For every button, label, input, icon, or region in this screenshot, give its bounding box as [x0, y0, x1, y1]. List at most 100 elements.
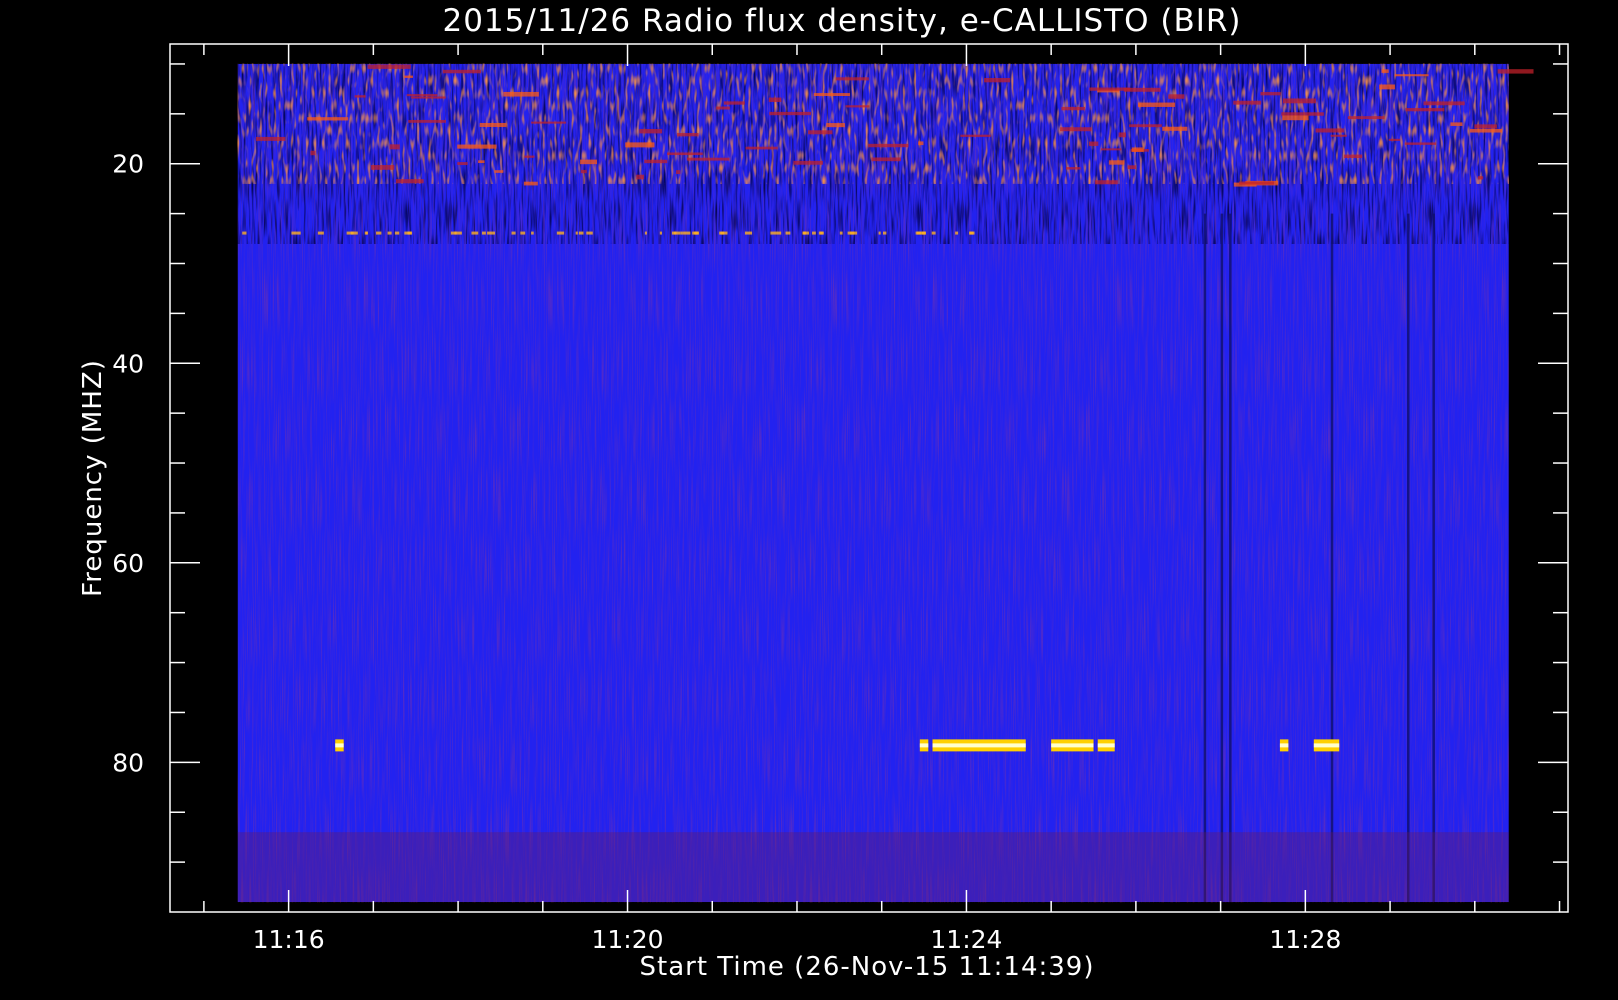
noise-streak — [1094, 180, 1118, 185]
noise-streak — [1123, 87, 1161, 92]
noise-dot — [671, 231, 677, 235]
noise-streak — [581, 169, 587, 174]
noise-streak — [769, 111, 812, 116]
interference-core — [335, 743, 344, 748]
noise-streak — [984, 78, 1011, 83]
bottom-noise-band — [237, 832, 1509, 903]
noise-dot — [531, 231, 534, 235]
noise-dot — [291, 231, 295, 235]
noise-streak — [1423, 101, 1465, 106]
noise-streak — [1394, 74, 1429, 77]
noise-streak — [1477, 176, 1484, 180]
noise-dot — [450, 231, 457, 235]
noise-streak — [1233, 100, 1262, 105]
noise-dot — [921, 231, 926, 235]
noise-streak — [1061, 106, 1086, 111]
noise-streak — [1343, 154, 1363, 159]
plot-area — [169, 43, 1569, 913]
noise-dot — [770, 231, 778, 235]
chart-title: 2015/11/26 Radio flux density, e-CALLIST… — [442, 3, 1241, 39]
noise-streak — [639, 128, 663, 134]
noise-streak — [808, 130, 833, 135]
interference-core — [1051, 743, 1094, 748]
noise-streak — [677, 133, 699, 137]
noise-streak — [479, 122, 507, 127]
noise-dot — [487, 231, 495, 235]
noise-streak — [1138, 102, 1176, 107]
noise-streak — [1260, 92, 1281, 96]
x-tick-label: 11:28 — [1269, 925, 1341, 954]
noise-streak — [1388, 138, 1401, 141]
noise-streak — [826, 123, 845, 128]
noise-streak — [408, 119, 446, 123]
noise-streak — [367, 64, 411, 69]
noise-streak — [442, 69, 481, 74]
noise-dot — [317, 231, 324, 235]
noise-streak — [716, 106, 730, 110]
noise-streak — [1118, 132, 1127, 138]
noise-streak — [1381, 69, 1389, 73]
y-tick-label: 60 — [112, 549, 144, 578]
noise-dot — [659, 231, 662, 235]
dark-column — [1432, 213, 1435, 903]
noise-dot — [820, 231, 824, 235]
noise-streak — [793, 160, 823, 165]
noise-dot — [387, 231, 392, 235]
noise-streak — [1330, 134, 1347, 137]
noise-dot — [294, 231, 301, 235]
noise-streak — [531, 121, 567, 124]
noise-streak — [1405, 108, 1445, 112]
interference-core — [932, 743, 1026, 748]
noise-dot — [350, 231, 358, 235]
noise-streak — [960, 134, 991, 137]
noise-streak — [478, 160, 485, 163]
dark-column — [1229, 213, 1232, 903]
noise-streak — [1470, 128, 1503, 133]
noise-streak — [354, 95, 366, 98]
noise-dot — [882, 231, 887, 235]
noise-dot — [364, 231, 368, 235]
noise-streak — [1239, 181, 1275, 185]
noise-dot — [720, 231, 728, 235]
interference-core — [1313, 743, 1340, 748]
noise-dot — [878, 231, 881, 235]
x-axis-label: Start Time (26-Nov-15 11:14:39) — [640, 952, 1095, 982]
dark-column — [1220, 213, 1224, 903]
noise-streak — [1109, 160, 1125, 165]
noisy-band-hot — [237, 63, 1509, 184]
noise-streak — [389, 144, 400, 150]
noise-dot — [511, 231, 516, 235]
interference-core — [919, 743, 929, 748]
noise-dot — [481, 231, 486, 235]
noise-streak — [1497, 69, 1534, 74]
noise-streak — [395, 179, 424, 184]
noise-streak — [255, 136, 286, 141]
noise-dot — [839, 231, 843, 235]
interference-core — [1097, 743, 1115, 748]
noise-dot — [955, 231, 959, 235]
noise-dot — [520, 231, 526, 235]
noise-streak — [1129, 124, 1162, 128]
noise-streak — [1347, 116, 1385, 120]
noise-dot — [683, 231, 691, 235]
x-tick-label: 11:16 — [253, 925, 325, 954]
noise-dot — [812, 231, 816, 235]
noise-streak — [1065, 167, 1081, 170]
noise-streak — [1100, 148, 1122, 151]
noise-streak — [503, 91, 539, 97]
noise-streak — [768, 97, 782, 102]
noise-dot — [850, 231, 858, 235]
noise-streak — [1282, 98, 1317, 104]
noise-streak — [310, 150, 316, 156]
noise-streak — [1131, 147, 1144, 152]
noise-dot — [744, 231, 753, 235]
noise-streak — [523, 181, 538, 186]
noise-dot — [692, 231, 697, 235]
noise-streak — [835, 77, 869, 81]
dark-column — [1330, 213, 1334, 903]
noise-streak — [411, 96, 446, 99]
noise-dot — [404, 231, 412, 235]
noise-dot — [586, 231, 593, 235]
noise-dot — [931, 231, 936, 235]
noise-dot — [777, 231, 782, 235]
